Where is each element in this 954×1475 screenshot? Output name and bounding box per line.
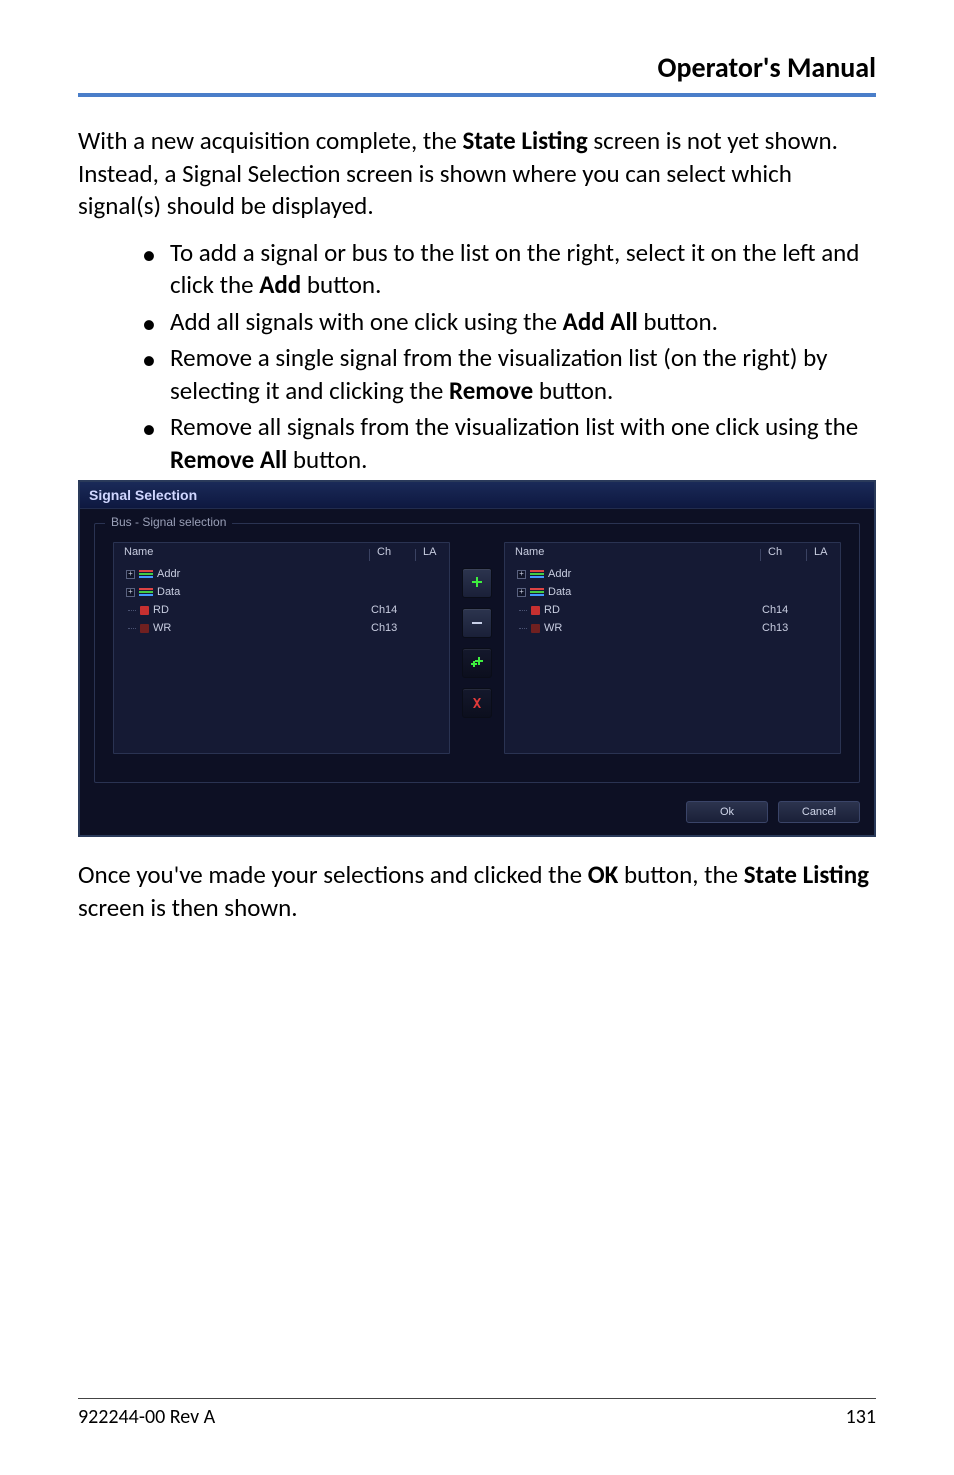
footer-rev: 922244-00 Rev A	[78, 1405, 215, 1429]
list-body: + Addr + Data	[114, 561, 449, 641]
list-item[interactable]: RD Ch14	[114, 601, 449, 619]
bullet-item: Remove a single signal from the visualiz…	[142, 342, 876, 407]
expand-icon[interactable]: +	[126, 588, 135, 597]
outro-bold: State Listing	[744, 859, 869, 890]
bus-icon	[139, 588, 153, 596]
plus-all-icon	[469, 655, 485, 671]
bullet-text: button.	[638, 306, 718, 337]
bullet-bold: Add	[259, 269, 301, 300]
list-item[interactable]: + Addr	[114, 565, 449, 583]
signal-color-icon	[531, 606, 540, 615]
col-name-header: Name	[114, 546, 369, 558]
col-la-label: LA	[423, 546, 436, 558]
bus-icon	[530, 570, 544, 578]
dialog-titlebar: Signal Selection	[80, 482, 874, 509]
list-item[interactable]: WR Ch13	[114, 619, 449, 637]
outro-text: button, the	[618, 859, 743, 890]
list-item[interactable]: + Data	[114, 583, 449, 601]
row-label: RD	[544, 604, 560, 616]
signal-color-icon	[531, 624, 540, 633]
intro-bold: State Listing	[462, 125, 587, 156]
row-label: RD	[153, 604, 169, 616]
cancel-button[interactable]: Cancel	[778, 801, 860, 823]
bullet-bold: Add All	[563, 306, 638, 337]
row-label: WR	[544, 622, 562, 634]
ok-button[interactable]: Ok	[686, 801, 768, 823]
bus-icon	[139, 570, 153, 578]
intro-text-a: With a new acquisition complete, the	[78, 125, 462, 156]
row-ch: Ch14	[754, 604, 800, 616]
bullet-bold: Remove All	[170, 444, 287, 475]
bullet-text: Add all signals with one click using the	[170, 306, 563, 337]
bullet-text: button.	[533, 375, 613, 406]
outro-text: screen is then shown.	[78, 892, 298, 923]
intro-paragraph: With a new acquisition complete, the Sta…	[78, 125, 876, 223]
dialog-footer: Ok Cancel	[80, 793, 874, 835]
row-ch: Ch13	[363, 622, 409, 634]
list-item[interactable]: + Addr	[505, 565, 840, 583]
signal-selection-dialog: Signal Selection Bus - Signal selection …	[78, 480, 876, 837]
outro-bold: OK	[588, 859, 619, 890]
list-item[interactable]: + Data	[505, 583, 840, 601]
list-header: Name Ch LA	[505, 543, 840, 561]
signal-color-icon	[140, 606, 149, 615]
signal-color-icon	[140, 624, 149, 633]
bullet-text: Remove all signals from the visualizatio…	[170, 411, 858, 442]
manual-title: Operator's Manual	[658, 50, 876, 85]
dialog-title-text: Signal Selection	[89, 487, 197, 503]
list-body: + Addr + Data	[505, 561, 840, 641]
col-name-header: Name	[505, 546, 760, 558]
list-item[interactable]: WR Ch13	[505, 619, 840, 637]
bus-signal-fieldset: Bus - Signal selection Name Ch LA +	[94, 523, 860, 783]
ok-label: Ok	[720, 806, 734, 818]
minus-icon	[470, 616, 484, 630]
col-la-header: LA	[415, 546, 449, 558]
col-la-header: LA	[806, 546, 840, 558]
col-ch-label: Ch	[768, 546, 782, 558]
dialog-body: Bus - Signal selection Name Ch LA +	[80, 509, 874, 793]
outro-text: Once you've made your selections and cli…	[78, 859, 588, 890]
page-number: 131	[846, 1405, 876, 1429]
row-label: Addr	[548, 568, 571, 580]
remove-all-button[interactable]	[462, 688, 492, 718]
bullet-bold: Remove	[449, 375, 533, 406]
bullet-text: button.	[301, 269, 381, 300]
add-button[interactable]	[462, 568, 492, 598]
bullet-item: Add all signals with one click using the…	[142, 306, 876, 339]
plus-icon	[470, 576, 484, 590]
bullet-item: To add a signal or bus to the list on th…	[142, 237, 876, 302]
expand-icon[interactable]: +	[517, 588, 526, 597]
page-footer: 922244-00 Rev A 131	[78, 1398, 876, 1429]
expand-icon[interactable]: +	[517, 570, 526, 579]
bullet-text: button.	[287, 444, 367, 475]
row-label: Addr	[157, 568, 180, 580]
row-label: Data	[548, 586, 571, 598]
outro-paragraph: Once you've made your selections and cli…	[78, 859, 876, 924]
cancel-label: Cancel	[802, 806, 836, 818]
row-ch: Ch14	[363, 604, 409, 616]
expand-icon[interactable]: +	[126, 570, 135, 579]
available-signals-list[interactable]: Name Ch LA + Addr	[113, 542, 450, 754]
add-all-button[interactable]	[462, 648, 492, 678]
fieldset-legend: Bus - Signal selection	[105, 515, 232, 529]
selected-signals-list[interactable]: Name Ch LA + Addr	[504, 542, 841, 754]
remove-button[interactable]	[462, 608, 492, 638]
col-ch-label: Ch	[377, 546, 391, 558]
row-label: WR	[153, 622, 171, 634]
transfer-buttons	[462, 542, 492, 718]
col-ch-header: Ch	[369, 546, 415, 558]
row-ch: Ch13	[754, 622, 800, 634]
bullet-item: Remove all signals from the visualizatio…	[142, 411, 876, 476]
list-header: Name Ch LA	[114, 543, 449, 561]
row-label: Data	[157, 586, 180, 598]
list-item[interactable]: RD Ch14	[505, 601, 840, 619]
bus-icon	[530, 588, 544, 596]
col-ch-header: Ch	[760, 546, 806, 558]
bullet-list: To add a signal or bus to the list on th…	[78, 237, 876, 477]
page-header: Operator's Manual	[78, 50, 876, 97]
col-la-label: LA	[814, 546, 827, 558]
x-icon	[470, 696, 484, 710]
